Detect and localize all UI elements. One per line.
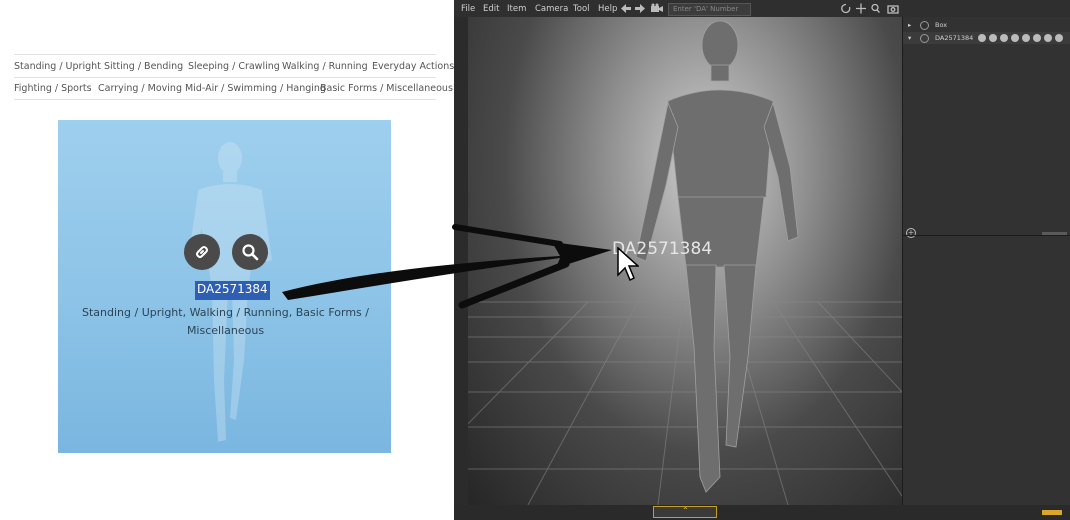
zoom-icon xyxy=(871,3,879,12)
category-walking-running[interactable]: Walking / Running xyxy=(282,61,368,72)
expand-timeline-tab[interactable]: ⌃ xyxy=(653,506,717,518)
link-button[interactable] xyxy=(184,234,220,270)
pose-tags-line-1: Standing / Upright, Walking / Running, B… xyxy=(82,306,369,319)
visibility-icon[interactable] xyxy=(920,21,929,30)
menu-camera[interactable]: Camera xyxy=(535,4,568,14)
add-icon[interactable]: + xyxy=(906,228,916,238)
pose-tags-line-2: Miscellaneous xyxy=(186,324,265,337)
menu-tool[interactable]: Tool xyxy=(573,4,590,14)
visibility-icon[interactable] xyxy=(920,34,929,43)
category-everyday-actions[interactable]: Everyday Actions xyxy=(372,61,454,72)
panel-divider xyxy=(903,235,1070,236)
category-sleeping-crawling[interactable]: Sleeping / Crawling xyxy=(188,61,280,72)
da-number-search-input[interactable]: Enter 'DA' Number xyxy=(668,3,751,16)
scene-panel: ▸ Box ▾ DA2571384 + xyxy=(902,17,1070,505)
chevron-up-icon: ⌃ xyxy=(682,506,689,515)
category-fighting-sports[interactable]: Fighting / Sports xyxy=(14,83,92,94)
scene-item-tools[interactable] xyxy=(977,33,1067,43)
category-basic-forms[interactable]: Basic Forms / Miscellaneous xyxy=(320,83,453,94)
expand-icon[interactable]: ▾ xyxy=(908,32,911,44)
viewport-scene xyxy=(468,20,902,505)
scene-item-label: Box xyxy=(935,21,948,29)
menu-item[interactable]: Item xyxy=(507,4,526,14)
view-toolbar[interactable] xyxy=(840,3,902,14)
category-mid-air[interactable]: Mid-Air / Swimming / Hanging xyxy=(185,83,326,94)
menu-help[interactable]: Help xyxy=(598,4,617,14)
menu-edit[interactable]: Edit xyxy=(483,4,499,14)
category-standing-upright[interactable]: Standing / Upright xyxy=(14,61,101,72)
zoom-button[interactable] xyxy=(232,234,268,270)
pose-id[interactable]: DA2571384 xyxy=(195,281,270,300)
move-icon xyxy=(856,3,866,14)
pose-app-window: File Edit Item Camera Tool Help Enter 'D… xyxy=(454,0,1070,520)
menu-bar: File Edit Item Camera Tool Help Enter 'D… xyxy=(454,0,1070,17)
scene-item-da2571384[interactable]: ▾ DA2571384 xyxy=(903,32,1070,44)
category-row-2: Fighting / Sports Carrying / Moving Mid-… xyxy=(14,77,453,100)
search-icon xyxy=(242,244,259,261)
expand-icon[interactable]: ▸ xyxy=(908,19,911,31)
rotate-icon xyxy=(841,3,851,14)
menu-file[interactable]: File xyxy=(461,4,475,14)
category-sitting-bending[interactable]: Sitting / Bending xyxy=(104,61,183,72)
category-row-1: Standing / Upright Sitting / Bending Sle… xyxy=(14,54,454,78)
cursor-icon xyxy=(617,247,639,282)
link-icon xyxy=(196,246,208,258)
status-bar xyxy=(454,505,1070,520)
history-toolbar[interactable] xyxy=(620,3,664,14)
scene-item-box[interactable]: ▸ Box xyxy=(903,19,1070,31)
corner-indicator xyxy=(1042,510,1062,515)
pose-card[interactable]: DA2571384 Standing / Upright, Walking / … xyxy=(58,120,391,453)
undo-icon xyxy=(621,4,631,13)
redo-icon xyxy=(635,4,645,13)
scene-item-label: DA2571384 xyxy=(935,34,974,42)
category-carrying-moving[interactable]: Carrying / Moving xyxy=(98,83,182,94)
pose-tags: Standing / Upright, Walking / Running, B… xyxy=(78,304,373,340)
3d-viewport[interactable]: DA2571384 xyxy=(468,17,902,505)
camera-icon xyxy=(651,6,659,12)
